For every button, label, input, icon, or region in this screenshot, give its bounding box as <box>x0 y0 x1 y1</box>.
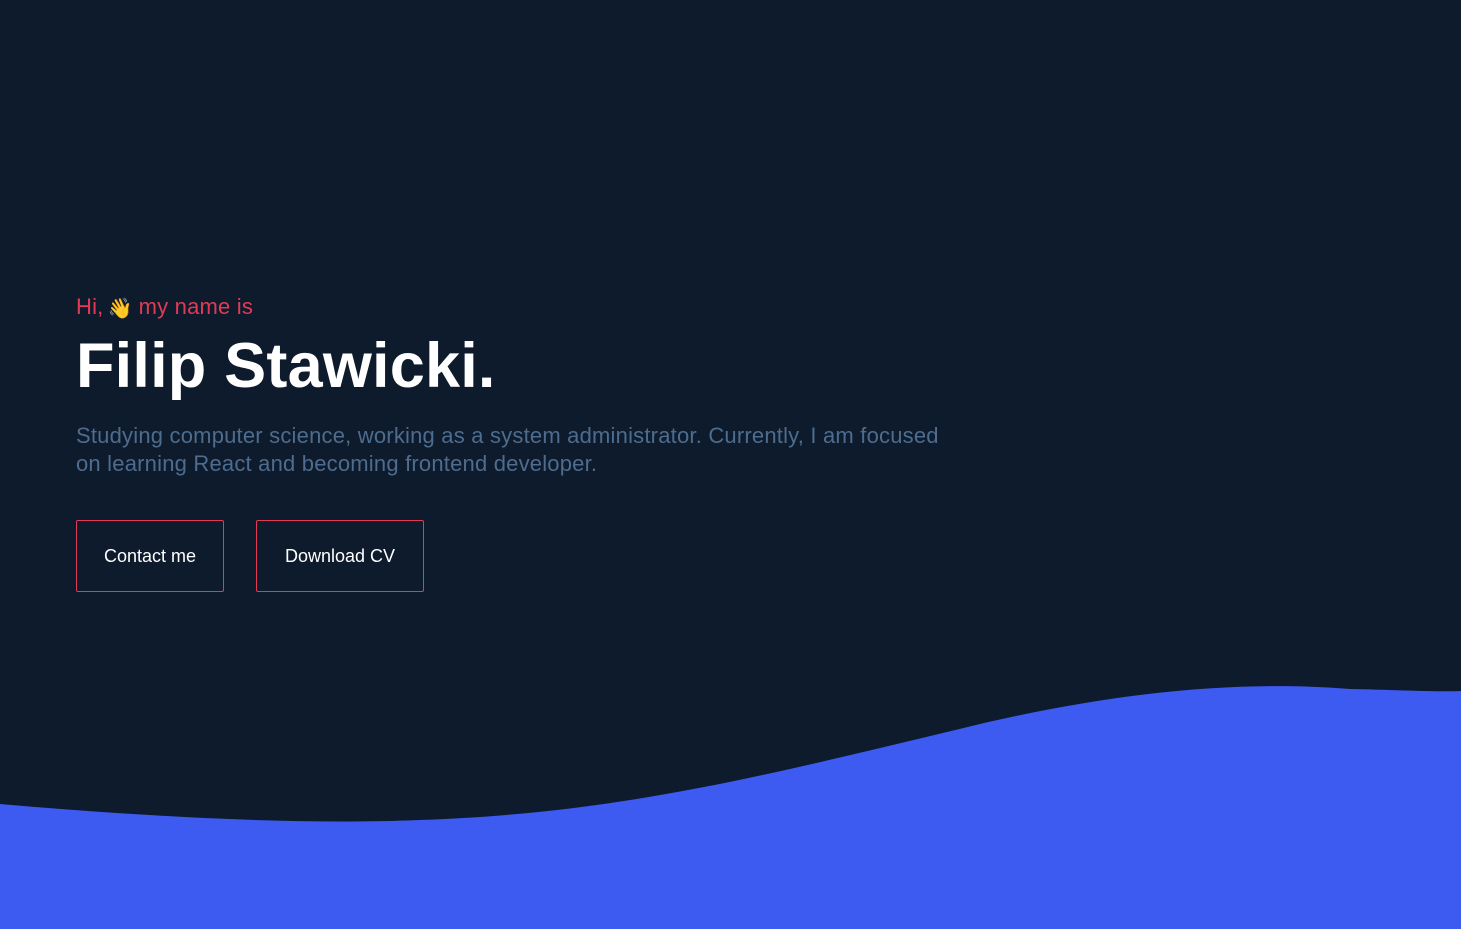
greeting-suffix: my name is <box>138 294 254 319</box>
greeting-prefix: Hi, <box>76 294 104 319</box>
download-cv-button[interactable]: Download CV <box>256 520 424 592</box>
contact-button[interactable]: Contact me <box>76 520 224 592</box>
wave-shape <box>0 686 1461 929</box>
tagline: Studying computer science, working as a … <box>76 423 939 476</box>
wave-decoration <box>0 686 1461 929</box>
greeting: Hi, 👋 my name is <box>76 290 1016 326</box>
waving-hand-icon: 👋 <box>107 298 133 320</box>
hero-section: Hi, 👋 my name is Filip Stawicki. Studying … <box>76 290 1016 592</box>
page-title: Filip Stawicki. <box>76 331 496 401</box>
hero-actions: Contact me Download CV <box>76 520 1016 592</box>
